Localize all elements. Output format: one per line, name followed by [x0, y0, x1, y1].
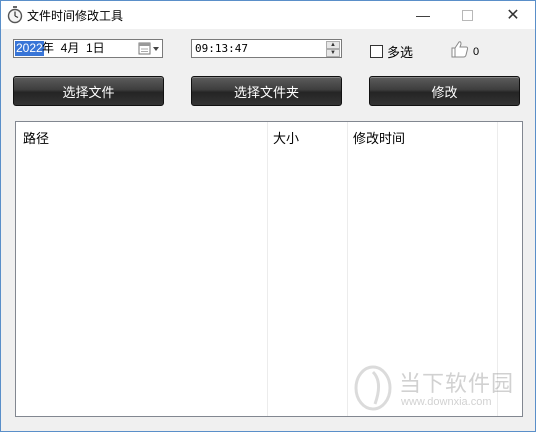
modify-button[interactable]: 修改: [369, 76, 520, 106]
calendar-dropdown-icon[interactable]: [138, 42, 162, 56]
minimize-icon: —: [416, 7, 430, 23]
select-folder-button[interactable]: 选择文件夹: [191, 76, 342, 106]
date-picker[interactable]: 2022 年 4月 1日: [13, 39, 163, 58]
like-count: 0: [473, 45, 480, 58]
close-icon: ✕: [506, 7, 520, 24]
close-button[interactable]: ✕: [491, 1, 535, 29]
date-month-day[interactable]: 年 4月 1日: [42, 41, 105, 56]
column-header-size[interactable]: 大小: [273, 128, 299, 147]
watermark-url: www.downxia.com: [401, 396, 492, 408]
window-title: 文件时间修改工具: [27, 9, 124, 23]
watermark-text: 当下软件园: [399, 372, 515, 397]
time-value[interactable]: 09:13:47: [195, 41, 248, 56]
minimize-button[interactable]: —: [401, 1, 445, 29]
watermark-logo-icon: [353, 364, 393, 412]
column-header-modified-time[interactable]: 修改时间: [353, 128, 405, 147]
thumbs-up-icon[interactable]: [450, 39, 470, 62]
column-divider: [347, 122, 348, 416]
time-picker[interactable]: 09:13:47 ▲ ▼: [191, 39, 342, 58]
multi-select-label: 多选: [387, 44, 414, 60]
maximize-icon: [461, 9, 473, 21]
column-divider: [267, 122, 268, 416]
checkbox-box[interactable]: [370, 44, 383, 58]
watermark: 当下软件园 www.downxia.com: [353, 362, 523, 416]
multi-select-checkbox[interactable]: 多选: [370, 43, 414, 60]
timer-app-icon: [7, 6, 23, 24]
spin-up-icon[interactable]: ▲: [326, 41, 340, 49]
column-header-path[interactable]: 路径: [23, 128, 49, 147]
time-spinner[interactable]: ▲ ▼: [326, 41, 340, 57]
select-file-button[interactable]: 选择文件: [13, 76, 164, 106]
app-window: 文件时间修改工具 — ✕ 2022 年 4月 1日 09:13:47 ▲ ▼ 多…: [0, 0, 536, 432]
maximize-button[interactable]: [445, 1, 489, 29]
like-widget[interactable]: 0: [450, 39, 479, 62]
title-bar[interactable]: 文件时间修改工具 — ✕: [1, 1, 535, 29]
date-year-field[interactable]: 2022: [15, 41, 44, 56]
spin-down-icon[interactable]: ▼: [326, 49, 340, 57]
